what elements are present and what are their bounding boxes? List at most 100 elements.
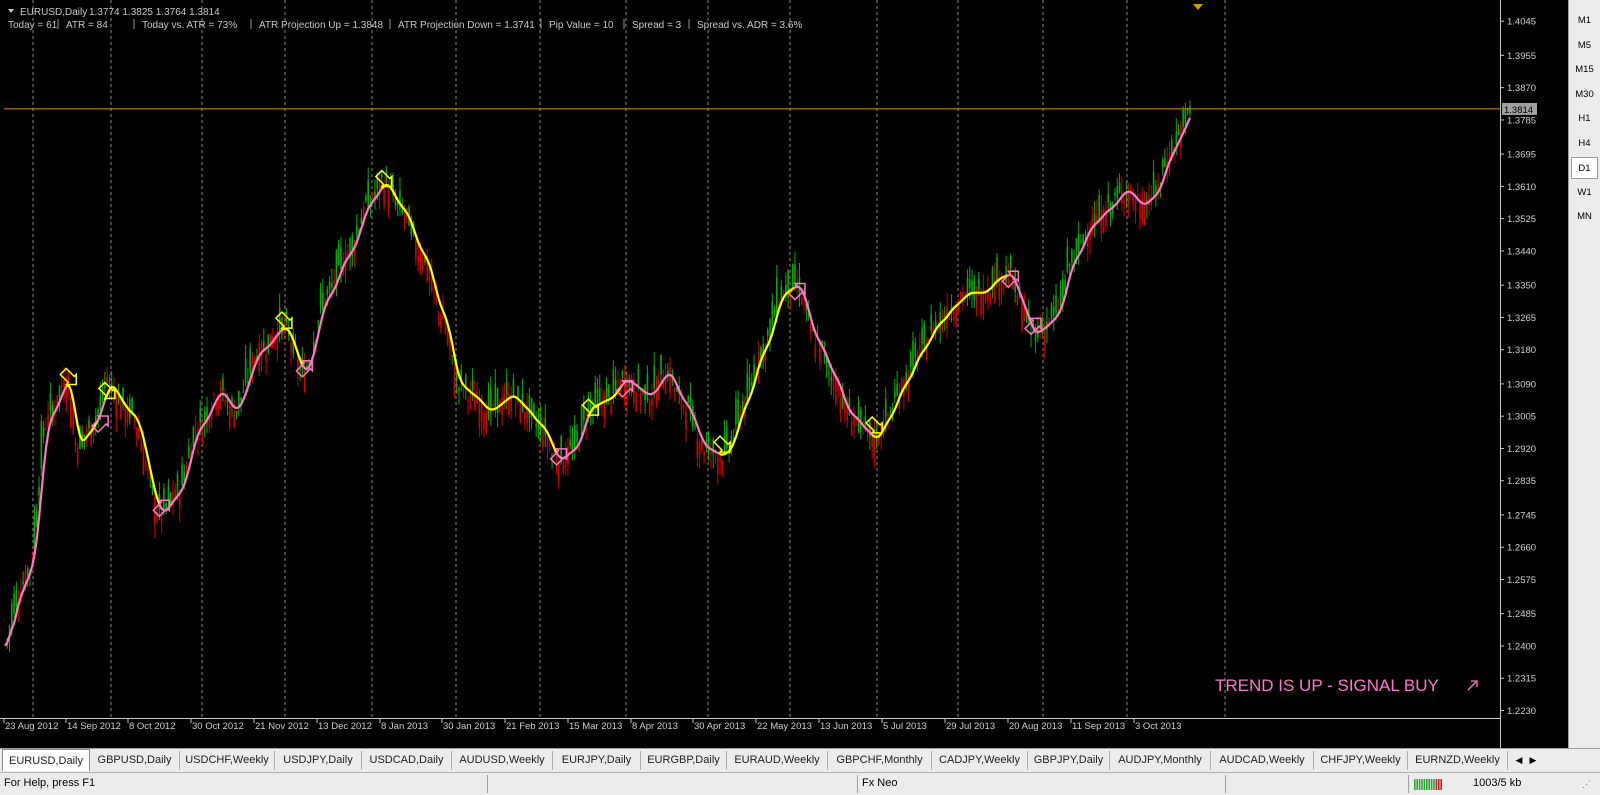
shift-marker-icon[interactable]	[1193, 4, 1203, 10]
candle-body	[964, 293, 967, 295]
candle-body	[766, 329, 769, 337]
date-label: 30 Apr 2013	[694, 721, 745, 732]
chart-tab[interactable]: EURUSD,Daily	[2, 749, 90, 771]
candle-body	[1175, 131, 1178, 145]
candle-body	[199, 408, 202, 422]
candle-body	[371, 193, 374, 200]
chart-tab[interactable]: GBPCHF,Monthly	[828, 751, 932, 770]
candle-body	[88, 419, 90, 429]
candle-body	[959, 293, 962, 297]
status-profile: Fx Neo	[862, 777, 898, 789]
chart-tab[interactable]: GBPJPY,Daily	[1028, 751, 1110, 770]
status-divider	[857, 775, 858, 793]
candle-body	[735, 398, 737, 424]
status-help-text: For Help, press F1	[4, 777, 96, 789]
chart-tab[interactable]: AUDJPY,Monthly	[1110, 751, 1211, 770]
trend-segment-down	[281, 327, 304, 366]
chart-tab[interactable]: AUDCAD,Weekly	[1211, 751, 1314, 770]
candle-body	[828, 371, 830, 373]
chart-tab[interactable]: EURJPY,Daily	[553, 751, 641, 770]
candle-body	[603, 395, 606, 419]
candle-body	[542, 428, 544, 448]
chart-tab[interactable]: AUDUSD,Weekly	[452, 751, 553, 770]
candle-body	[1000, 273, 1003, 292]
candle-body	[844, 402, 846, 414]
tabs-scroll-right-icon[interactable]: ▶	[1526, 752, 1540, 768]
price-label: 1.4045	[1507, 17, 1536, 28]
candle-body	[60, 384, 63, 387]
candle-body	[144, 461, 147, 468]
candle-body	[337, 243, 340, 265]
candle-body	[26, 567, 29, 575]
signal-text: TREND IS UP - SIGNAL BUY	[1215, 676, 1439, 695]
candle-body	[222, 378, 224, 391]
candle-body	[694, 425, 696, 427]
metatrader-window: 1.3814 1.4045 1.3955 1.3870 1.3785 1.3695 1.3…	[0, 0, 1600, 795]
info-item: ATR Projection Down = 1.3741	[398, 20, 535, 31]
chart-tab[interactable]: USDCAD,Daily	[362, 751, 452, 770]
trend-segment-down	[719, 286, 796, 456]
candle-body	[181, 464, 183, 486]
candle-body	[1152, 171, 1155, 197]
candle-body	[923, 323, 926, 346]
candle-body	[998, 278, 1001, 300]
timeframe-d1-button[interactable]: D1	[1571, 157, 1598, 179]
candle-body	[519, 403, 522, 423]
candle-body	[70, 397, 72, 428]
candle-body	[38, 486, 40, 496]
info-item: ATR = 84	[66, 20, 108, 31]
resize-grip-icon[interactable]: ⋰	[1582, 779, 1591, 790]
price-label: 1.3265	[1507, 313, 1536, 324]
chart-tab[interactable]: EURNZD,Weekly	[1408, 751, 1508, 770]
candle-body	[968, 278, 971, 288]
chart-canvas[interactable]: 1.3814 1.4045 1.3955 1.3870 1.3785 1.3695 1.3…	[0, 0, 1568, 748]
chart-tab[interactable]: CHFJPY,Weekly	[1314, 751, 1408, 770]
candle-body	[1055, 295, 1057, 314]
candle-body	[1066, 247, 1069, 273]
info-item: Pip Value = 10	[549, 20, 614, 31]
timeframe-h4-button[interactable]: H4	[1571, 133, 1598, 155]
candle-body	[290, 342, 292, 352]
candle-body	[417, 255, 419, 264]
collapse-triangle-icon[interactable]	[8, 9, 14, 13]
chart-tabs-bar: EURUSD,Daily GBPUSD,Daily USDCHF,Weekly USD…	[0, 748, 1600, 772]
chart-tab[interactable]: USDJPY,Daily	[275, 751, 362, 770]
candle-body	[780, 286, 783, 299]
chart-tab[interactable]: CADJPY,Weekly	[932, 751, 1028, 770]
price-chart[interactable]: 1.3814 1.4045 1.3955 1.3870 1.3785 1.3695 1.3…	[0, 0, 1568, 748]
candle-body	[265, 354, 267, 362]
timeframe-m1-button[interactable]: M1	[1571, 10, 1598, 32]
candle-body	[228, 405, 231, 427]
candle-body	[90, 423, 93, 446]
date-label: 23 Aug 2012	[5, 721, 58, 732]
candle-body	[887, 413, 889, 416]
tabs-scroll-left-icon[interactable]: ◀	[1512, 752, 1526, 768]
candle-body	[687, 396, 690, 403]
chart-tab[interactable]: EURGBP,Daily	[641, 751, 727, 770]
candle-body	[939, 312, 942, 329]
date-label: 29 Jul 2013	[946, 721, 995, 732]
candle-body	[660, 354, 662, 375]
candle-body	[471, 380, 474, 390]
candle-body	[458, 387, 460, 391]
chart-tab[interactable]: USDCHF,Weekly	[180, 751, 275, 770]
connection-bars-icon[interactable]	[1414, 777, 1444, 792]
current-price-label: 1.3814	[1504, 105, 1533, 116]
chart-tab[interactable]: GBPUSD,Daily	[90, 751, 180, 770]
date-label: 30 Jan 2013	[443, 721, 495, 732]
timeframe-mn-button[interactable]: MN	[1571, 206, 1598, 228]
info-item: Spread = 3	[632, 20, 682, 31]
candle-body	[224, 400, 226, 403]
timeframe-m15-button[interactable]: M15	[1571, 59, 1598, 81]
chart-tab[interactable]: EURAUD,Weekly	[727, 751, 828, 770]
timeframe-h1-button[interactable]: H1	[1571, 108, 1598, 130]
candle-body	[846, 408, 848, 421]
timeframe-m5-button[interactable]: M5	[1571, 35, 1598, 57]
candle-body	[192, 427, 195, 447]
candle-body	[862, 421, 864, 423]
candle-body	[696, 439, 699, 459]
timeframe-w1-button[interactable]: W1	[1571, 182, 1598, 204]
candle-body	[124, 406, 127, 427]
timeframe-m30-button[interactable]: M30	[1571, 84, 1598, 106]
candle-body	[356, 225, 358, 236]
